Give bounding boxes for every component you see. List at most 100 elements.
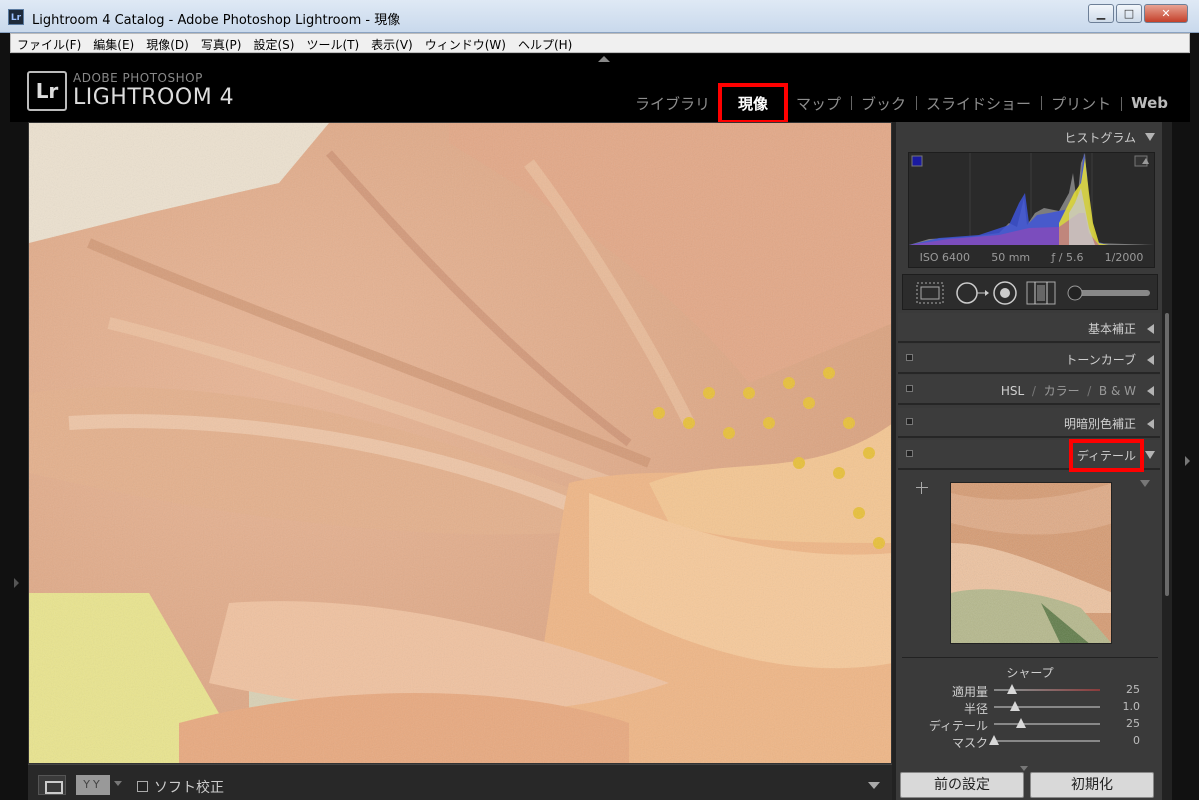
module-develop[interactable]: 現像 [717,82,789,124]
detail-warning-icon[interactable] [1140,480,1150,487]
toolbar-menu-icon[interactable] [868,782,880,789]
module-map[interactable]: マップ [786,93,851,114]
scrollbar-thumb[interactable] [1164,312,1170,597]
module-book[interactable]: ブック [851,93,916,114]
tone-curve-title: トーンカーブ [1065,353,1136,367]
menu-settings[interactable]: 設定(S) [247,36,300,54]
title-bar: Lr Lightroom 4 Catalog - Adobe Photoshop… [0,0,1199,33]
tool-strip [902,274,1158,310]
target-crosshair-icon[interactable] [916,482,928,494]
graduated-filter-icon[interactable] [1026,281,1056,305]
sharpen-amount-value[interactable]: 25 [1126,683,1140,696]
left-panel-collapsed [0,122,28,800]
spot-removal-icon[interactable] [956,282,989,304]
hsl-tab[interactable]: HSL [1001,384,1024,398]
bw-tab[interactable]: B & W [1099,384,1136,398]
split-toning-expand-icon[interactable] [1147,419,1154,429]
right-panel-toggle-icon[interactable] [1185,456,1190,466]
tone-curve-switch[interactable] [906,354,913,361]
histogram-metadata: ISO 6400 50 mm ƒ / 5.6 1/2000 [909,251,1154,264]
menu-photo[interactable]: 写真(P) [195,36,248,54]
hsl-switch[interactable] [906,385,913,392]
basic-panel-title: 基本補正 [1087,322,1136,336]
sharpen-radius-knob[interactable] [1010,701,1021,711]
tone-curve-panel-header[interactable]: トーンカーブ [898,344,1160,374]
right-panel: ヒストグラム ISO 6400 50 mm ƒ / 5.6 1/2000 基本補… [892,122,1162,800]
before-after-button[interactable]: YY [76,775,110,795]
module-print[interactable]: プリント [1041,93,1121,114]
hsl-tabs: HSL / カラー / B & W [1000,384,1136,398]
focal-length: 50 mm [991,251,1031,264]
histogram-header[interactable]: ヒストグラム [898,122,1160,152]
reset-button[interactable]: 初期化 [1030,772,1154,798]
panel-buttons: 前の設定 初期化 [896,770,1162,800]
detail-panel-header[interactable]: ディテール [898,439,1160,472]
detail-zoom-preview[interactable] [950,482,1112,644]
basic-expand-icon[interactable] [1147,324,1154,334]
expand-left-panel-icon[interactable] [14,578,19,588]
sharpen-amount-label: 適用量 [951,685,988,699]
sharpen-amount-knob[interactable] [1007,684,1018,694]
collapse-top-panel-icon[interactable] [598,56,610,62]
sharpen-radius-value[interactable]: 1.0 [1123,700,1141,713]
photo-preview[interactable] [28,122,892,764]
adjustment-brush-icon[interactable] [1067,285,1150,301]
hsl-panel-header[interactable]: HSL / カラー / B & W [898,375,1160,405]
iso-value: ISO 6400 [919,251,970,264]
basic-panel-header[interactable]: 基本補正 [898,313,1160,343]
soft-proof-label: ソフト校正 [154,780,224,796]
collapse-filmstrip-icon[interactable] [1020,766,1028,771]
sharpen-detail-slider[interactable] [994,723,1100,725]
sharpening-title: シャープ [1006,666,1054,680]
minimize-button[interactable]: ▁ [1088,4,1114,23]
bottom-toolbar: YY ソフト校正 [28,764,892,800]
menu-edit[interactable]: 編集(E) [87,36,140,54]
before-after-dropdown-icon[interactable] [114,781,122,786]
hsl-expand-icon[interactable] [1147,386,1154,396]
sharpen-detail-knob[interactable] [1015,718,1026,728]
detail-switch[interactable] [906,450,913,457]
soft-proof-checkbox[interactable] [137,781,148,792]
previous-settings-button[interactable]: 前の設定 [900,772,1024,798]
module-web[interactable]: Web [1121,94,1178,112]
menu-file[interactable]: ファイル(F) [11,36,87,54]
histogram-collapse-icon[interactable] [1145,133,1155,141]
red-eye-correction-icon[interactable] [993,281,1017,305]
sharpen-masking-knob[interactable] [989,735,999,745]
menu-window[interactable]: ウィンドウ(W) [419,36,512,54]
sharpen-detail-value[interactable]: 25 [1126,717,1140,730]
right-edge [1173,122,1199,800]
color-tab[interactable]: カラー [1044,384,1080,398]
detail-collapse-icon[interactable] [1145,451,1155,459]
split-toning-panel-header[interactable]: 明暗別色補正 [898,408,1160,438]
menu-bar: ファイル(F) 編集(E) 現像(D) 写真(P) 設定(S) ツール(T) 表示(V) ウィ… [10,33,1190,53]
shutter-speed: 1/2000 [1104,251,1144,264]
lightroom-app-icon: Lr [8,9,24,25]
menu-help[interactable]: ヘルプ(H) [512,36,578,54]
maximize-button[interactable]: □ [1116,4,1142,23]
histogram[interactable]: ISO 6400 50 mm ƒ / 5.6 1/2000 [908,152,1155,268]
sharpen-masking-row: マスク 0 [902,733,1158,750]
crop-overlay-icon[interactable] [916,282,944,304]
menu-develop[interactable]: 現像(D) [140,36,195,54]
module-slideshow[interactable]: スライドショー [916,93,1041,114]
tone-curve-expand-icon[interactable] [1147,355,1154,365]
sharpen-masking-label: マスク [951,736,988,750]
sharpen-detail-label: ディテール [928,719,988,733]
sharpen-amount-row: 適用量 25 [902,682,1158,699]
detail-preview-area [902,472,1158,658]
detail-preview-image [951,483,1111,643]
split-toning-switch[interactable] [906,418,913,425]
right-panel-scrollbar[interactable] [1162,122,1172,800]
sharpening-section: シャープ 適用量 25 半径 1.0 ディテール 25 マスク 0 [902,658,1158,758]
sharpen-masking-slider[interactable] [994,740,1100,742]
lightroom-window: Lr Lightroom 4 Catalog - Adobe Photoshop… [0,0,1199,800]
sharpen-masking-value[interactable]: 0 [1133,734,1140,747]
close-button[interactable]: ✕ [1144,4,1188,23]
loupe-view-button[interactable] [38,775,66,795]
menu-tools[interactable]: ツール(T) [300,36,365,54]
module-library[interactable]: ライブラリ [625,93,720,114]
split-toning-title: 明暗別色補正 [1063,417,1136,431]
identity-plate-header: Lr ADOBE PHOTOSHOP LIGHTROOM 4 ライブラリ 現像 … [10,54,1190,124]
menu-view[interactable]: 表示(V) [365,36,419,54]
